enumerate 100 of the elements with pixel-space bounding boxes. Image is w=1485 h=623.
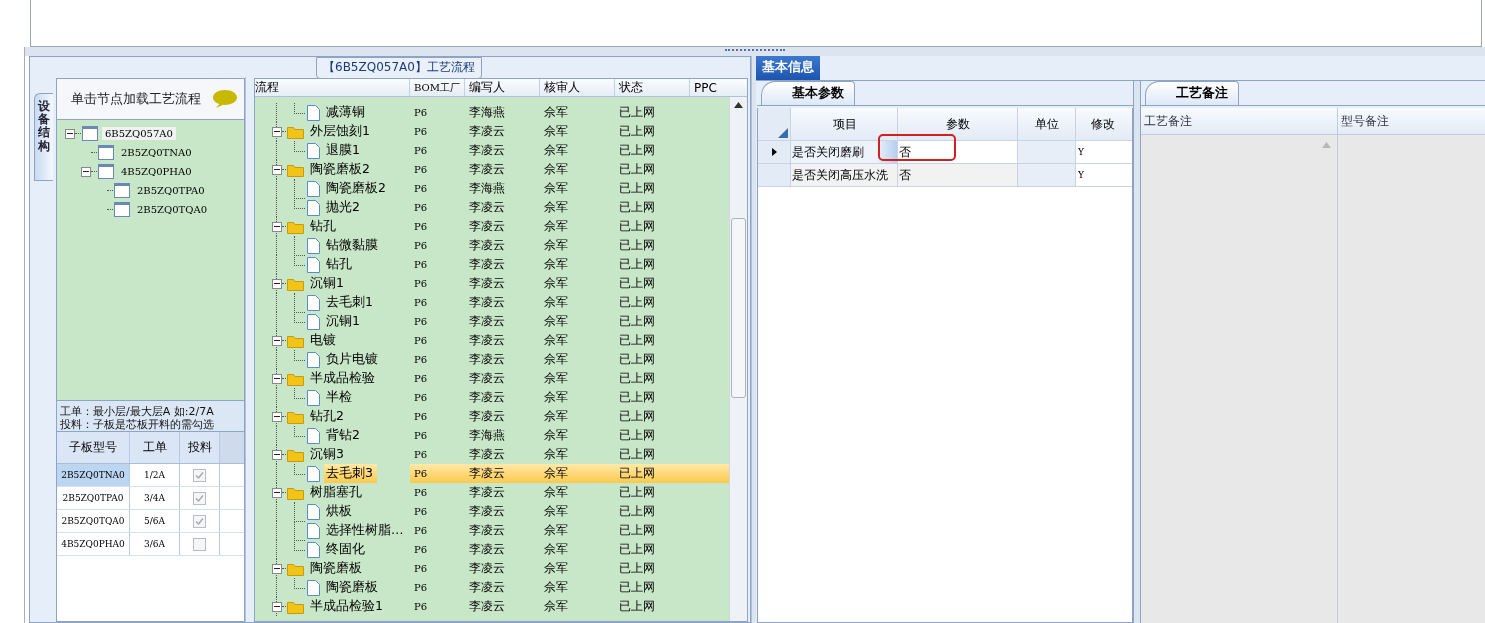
- process-row[interactable]: 负片电镀 P6 李凌云 佘军 已上网: [255, 350, 729, 369]
- column-header[interactable]: 子板型号: [57, 432, 130, 463]
- tree-node[interactable]: 2B5ZQ0TNA0: [118, 146, 195, 159]
- checkbox[interactable]: [193, 514, 206, 528]
- tree-node[interactable]: 2B5ZQ0TPA0: [134, 184, 208, 197]
- process-row[interactable]: 抛光2 P6 李凌云 佘军 已上网: [255, 198, 729, 217]
- process-row[interactable]: 退膜1 P6 李凌云 佘军 已上网: [255, 141, 729, 160]
- process-row[interactable]: 外层蚀刻1 P6 李凌云 佘军 已上网: [255, 122, 729, 141]
- table-cell[interactable]: 2B5ZQ0TPA0: [57, 487, 130, 509]
- table-cell-text: 佘军: [543, 161, 569, 178]
- collapse-toggle[interactable]: [272, 126, 282, 137]
- column-header[interactable]: PPC: [690, 79, 748, 96]
- document-icon: [307, 522, 320, 539]
- table-cell-text: P6: [413, 562, 429, 576]
- collapse-toggle[interactable]: [272, 373, 282, 384]
- column-header[interactable]: 型号备注: [1338, 108, 1485, 134]
- process-row[interactable]: 陶瓷磨板 P6 李凌云 佘军 已上网: [255, 559, 729, 578]
- side-tab[interactable]: 设备结构: [34, 93, 53, 181]
- process-row[interactable]: 减薄铜 P6 李海燕 佘军 已上网: [255, 103, 729, 122]
- column-header[interactable]: 流程: [255, 79, 410, 96]
- checkbox[interactable]: [193, 468, 206, 482]
- table-cell-text: 已上网: [618, 142, 656, 159]
- collapse-toggle[interactable]: [272, 601, 282, 612]
- step-name: 沉铜1: [325, 312, 361, 330]
- process-row[interactable]: 终固化 P6 李凌云 佘军 已上网: [255, 540, 729, 559]
- process-row[interactable]: 陶瓷磨板2 P6 李海燕 佘军 已上网: [255, 179, 729, 198]
- column-header[interactable]: 项目: [791, 108, 898, 140]
- process-row[interactable]: 背钻2 P6 李海燕 佘军 已上网: [255, 426, 729, 445]
- scrollbar[interactable]: [729, 97, 747, 621]
- process-row[interactable]: 半成品检验1 P6 李凌云 佘军 已上网: [255, 597, 729, 616]
- process-row[interactable]: 钻孔2 P6 李凌云 佘军 已上网: [255, 407, 729, 426]
- collapse-toggle[interactable]: [272, 411, 282, 422]
- tree-node[interactable]: 6B5ZQ057A0: [102, 127, 176, 140]
- tab[interactable]: 基本信息: [756, 56, 820, 80]
- process-row[interactable]: 钻微黏膜 P6 李凌云 佘军 已上网: [255, 236, 729, 255]
- scroll-thumb[interactable]: [731, 218, 746, 398]
- table-cell-text: 李凌云: [468, 161, 506, 178]
- process-row[interactable]: 树脂塞孔 P6 李凌云 佘军 已上网: [255, 483, 729, 502]
- checkbox[interactable]: [193, 491, 206, 505]
- column-header[interactable]: 核审人: [540, 79, 615, 96]
- table-cell[interactable]: 4B5ZQ0PHA0: [57, 533, 130, 555]
- tree-node[interactable]: 4B5ZQ0PHA0: [118, 165, 195, 178]
- collapse-toggle[interactable]: [272, 487, 282, 498]
- splitter-grip[interactable]: [725, 49, 785, 54]
- checkbox[interactable]: [193, 537, 206, 551]
- collapse-toggle[interactable]: [272, 164, 282, 175]
- process-row[interactable]: 半成品检验 P6 李凌云 佘军 已上网: [255, 369, 729, 388]
- collapse-toggle[interactable]: [272, 221, 282, 232]
- table-cell-text: 李海燕: [468, 104, 506, 121]
- process-row[interactable]: 半检 P6 李凌云 佘军 已上网: [255, 388, 729, 407]
- collapse-toggle[interactable]: [272, 563, 282, 574]
- column-header[interactable]: 编写人: [465, 79, 540, 96]
- table-cell-text: 佘军: [543, 123, 569, 140]
- column-header[interactable]: BOM工厂: [410, 79, 465, 96]
- column-header[interactable]: 状态: [615, 79, 690, 96]
- process-row[interactable]: 钻孔 P6 李凌云 佘军 已上网: [255, 255, 729, 274]
- process-row[interactable]: 电镀 P6 李凌云 佘军 已上网: [255, 331, 729, 350]
- column-header[interactable]: 工艺备注: [1141, 108, 1338, 134]
- column-header[interactable]: 工单: [130, 432, 180, 463]
- remark-field[interactable]: [1141, 135, 1338, 623]
- table-cell: 李凌云: [465, 464, 540, 483]
- folder-icon: [287, 447, 304, 462]
- collapse-toggle[interactable]: [272, 449, 282, 460]
- table-cell-text: 已上网: [618, 427, 656, 444]
- table-cell[interactable]: 2B5ZQ0TNA0: [57, 464, 130, 486]
- table-cell[interactable]: 否: [898, 141, 1018, 163]
- table-cell-text: P6: [413, 372, 429, 386]
- column-header[interactable]: 修改: [1076, 108, 1130, 140]
- table-cell[interactable]: 否: [898, 164, 1018, 186]
- table-cell-text: 李凌云: [468, 256, 506, 273]
- process-row[interactable]: 选择性树脂… P6 李凌云 佘军 已上网: [255, 521, 729, 540]
- row-header[interactable]: [758, 141, 791, 163]
- process-row[interactable]: 去毛刺3 P6 李凌云 佘军 已上网: [255, 464, 729, 483]
- column-header[interactable]: 参数: [898, 108, 1018, 140]
- process-row[interactable]: 陶瓷磨板 P6 李凌云 佘军 已上网: [255, 578, 729, 597]
- tab[interactable]: 工艺备注: [1145, 81, 1239, 105]
- collapse-toggle[interactable]: [272, 278, 282, 289]
- process-row[interactable]: 去毛刺1 P6 李凌云 佘军 已上网: [255, 293, 729, 312]
- table-cell-text: P6: [413, 600, 429, 614]
- table-cell-text: 佘军: [543, 256, 569, 273]
- window-icon: [114, 183, 130, 198]
- process-row[interactable]: 沉铜1 P6 李凌云 佘军 已上网: [255, 274, 729, 293]
- collapse-toggle[interactable]: [81, 166, 91, 177]
- remark-field[interactable]: [1338, 135, 1485, 623]
- table-cell-text: P6: [413, 524, 429, 538]
- collapse-toggle[interactable]: [65, 128, 75, 139]
- process-row[interactable]: 烘板 P6 李凌云 佘军 已上网: [255, 502, 729, 521]
- tab[interactable]: 基本参数: [761, 81, 855, 105]
- table-cell-text: P6: [413, 505, 429, 519]
- column-header[interactable]: 单位: [1018, 108, 1076, 140]
- process-row[interactable]: 沉铜3 P6 李凌云 佘军 已上网: [255, 445, 729, 464]
- table-cell[interactable]: 2B5ZQ0TQA0: [57, 510, 130, 532]
- process-row[interactable]: 钻孔 P6 李凌云 佘军 已上网: [255, 217, 729, 236]
- process-row[interactable]: 陶瓷磨板2 P6 李凌云 佘军 已上网: [255, 160, 729, 179]
- tree-node[interactable]: 2B5ZQ0TQA0: [134, 203, 211, 216]
- scroll-up-icon[interactable]: [734, 102, 743, 108]
- table-cell-text: 佘军: [543, 389, 569, 406]
- process-row[interactable]: 沉铜1 P6 李凌云 佘军 已上网: [255, 312, 729, 331]
- table-cell-text: P6: [413, 277, 429, 291]
- collapse-toggle[interactable]: [272, 335, 282, 346]
